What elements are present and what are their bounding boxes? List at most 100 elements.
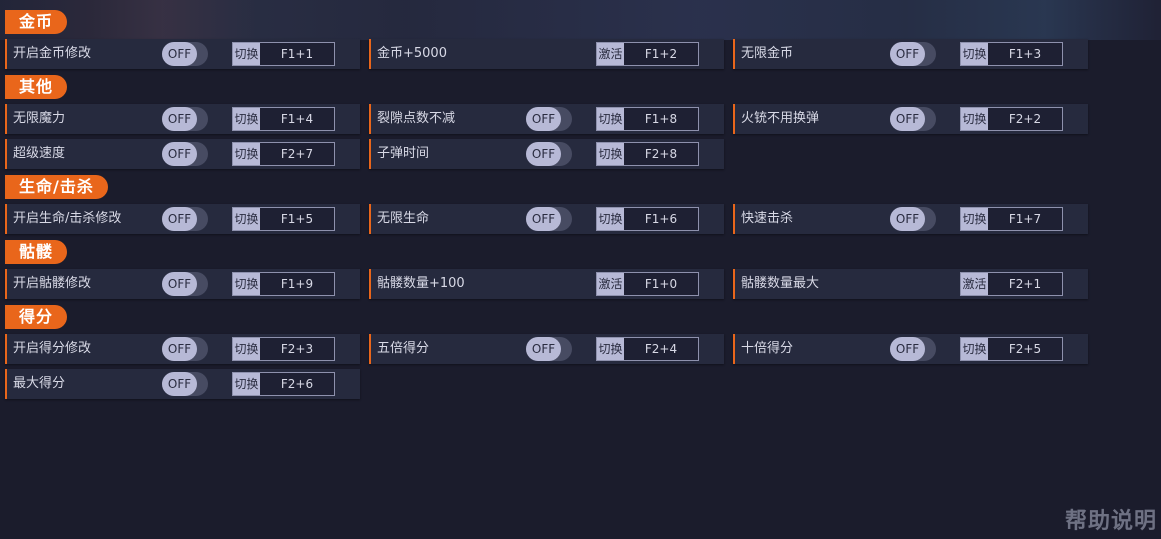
toggle-state: OFF: [526, 142, 561, 166]
hotkey-button[interactable]: 切换 F1+5: [232, 207, 335, 231]
toggle-state: OFF: [890, 107, 925, 131]
cheat-row-max-score: 最大得分 OFF 切换 F2+6: [5, 369, 360, 399]
cheat-row-enable-gold: 开启金币修改 OFF 切换 F1+1: [5, 39, 360, 69]
toggle-switch[interactable]: OFF: [162, 107, 208, 131]
toggle-state: OFF: [162, 207, 197, 231]
toggle-state: OFF: [890, 337, 925, 361]
section-title-life-kill: 生命/击杀: [5, 175, 108, 199]
hotkey-key: F2+2: [1008, 112, 1042, 126]
cheat-label: 快速击杀: [741, 211, 794, 226]
hotkey-action: 激活: [597, 273, 624, 295]
section-title-score: 得分: [5, 305, 68, 329]
cheat-row-5x-score: 五倍得分 OFF 切换 F2+4: [369, 334, 724, 364]
hotkey-button[interactable]: 切换 F2+6: [232, 372, 335, 396]
cheat-label: 开启生命/击杀修改: [13, 211, 122, 226]
hotkey-key: F2+8: [644, 147, 678, 161]
toggle-state: OFF: [890, 42, 925, 66]
hotkey-key: F1+7: [1008, 212, 1042, 226]
hotkey-action: 激活: [597, 43, 624, 65]
hotkey-button[interactable]: 激活 F2+1: [960, 272, 1063, 296]
hotkey-action: 切换: [597, 108, 624, 130]
hotkey-button[interactable]: 切换 F1+8: [596, 107, 699, 131]
hotkey-key: F1+1: [280, 47, 314, 61]
toggle-switch[interactable]: OFF: [526, 142, 572, 166]
cheat-label: 超级速度: [13, 146, 66, 161]
cheat-label: 火铳不用换弹: [741, 111, 820, 126]
toggle-switch[interactable]: OFF: [162, 337, 208, 361]
hotkey-action: 激活: [961, 273, 988, 295]
section-title-other: 其他: [5, 75, 68, 99]
cheat-label: 无限金币: [741, 46, 794, 61]
hotkey-button[interactable]: 激活 F1+2: [596, 42, 699, 66]
toggle-state: OFF: [162, 272, 197, 296]
cheat-label: 金币+5000: [377, 46, 447, 61]
toggle-switch[interactable]: OFF: [526, 337, 572, 361]
toggle-state: OFF: [526, 107, 561, 131]
hotkey-key: F1+9: [280, 277, 314, 291]
hotkey-button[interactable]: 切换 F2+3: [232, 337, 335, 361]
hotkey-button[interactable]: 切换 F1+1: [232, 42, 335, 66]
hotkey-key: F2+1: [1008, 277, 1042, 291]
hotkey-key: F1+8: [644, 112, 678, 126]
cheat-row-no-reload: 火铳不用换弹 OFF 切换 F2+2: [733, 104, 1088, 134]
toggle-state: OFF: [526, 337, 561, 361]
toggle-state: OFF: [162, 142, 197, 166]
hotkey-button[interactable]: 切换 F1+4: [232, 107, 335, 131]
toggle-switch[interactable]: OFF: [890, 337, 936, 361]
hotkey-button[interactable]: 切换 F2+5: [960, 337, 1063, 361]
cheat-row-infinite-gold: 无限金币 OFF 切换 F1+3: [733, 39, 1088, 69]
hotkey-button[interactable]: 切换 F2+2: [960, 107, 1063, 131]
toggle-switch[interactable]: OFF: [162, 207, 208, 231]
hotkey-action: 切换: [233, 108, 260, 130]
toggle-switch[interactable]: OFF: [526, 107, 572, 131]
hotkey-action: 切换: [233, 273, 260, 295]
hotkey-key: F1+3: [1008, 47, 1042, 61]
hotkey-button[interactable]: 切换 F1+9: [232, 272, 335, 296]
section-title-skull: 骷髅: [5, 240, 68, 264]
section-title-gold: 金币: [5, 10, 68, 34]
cheat-row-infinite-life: 无限生命 OFF 切换 F1+6: [369, 204, 724, 234]
hotkey-button[interactable]: 切换 F1+3: [960, 42, 1063, 66]
hotkey-button[interactable]: 切换 F1+7: [960, 207, 1063, 231]
toggle-switch[interactable]: OFF: [162, 272, 208, 296]
hotkey-button[interactable]: 切换 F1+6: [596, 207, 699, 231]
hotkey-action: 切换: [233, 143, 260, 165]
cheat-row-bullet-time: 子弹时间 OFF 切换 F2+8: [369, 139, 724, 169]
header-banner: [0, 0, 1161, 40]
toggle-state: OFF: [162, 337, 197, 361]
help-link[interactable]: 帮助说明: [1065, 503, 1157, 535]
cheat-label: 开启金币修改: [13, 46, 92, 61]
cheat-row-skull-max: 骷髅数量最大 激活 F2+1: [733, 269, 1088, 299]
hotkey-action: 切换: [233, 373, 260, 395]
hotkey-button[interactable]: 切换 F2+7: [232, 142, 335, 166]
toggle-switch[interactable]: OFF: [162, 42, 208, 66]
hotkey-key: F1+5: [280, 212, 314, 226]
toggle-switch[interactable]: OFF: [162, 372, 208, 396]
toggle-switch[interactable]: OFF: [890, 107, 936, 131]
hotkey-key: F2+3: [280, 342, 314, 356]
hotkey-key: F2+5: [1008, 342, 1042, 356]
cheat-label: 骷髅数量最大: [741, 276, 820, 291]
cheat-label: 无限魔力: [13, 111, 66, 126]
hotkey-action: 切换: [961, 208, 988, 230]
hotkey-action: 切换: [597, 143, 624, 165]
cheat-row-rift-points: 裂隙点数不减 OFF 切换 F1+8: [369, 104, 724, 134]
cheat-row-skull-100: 骷髅数量+100 激活 F1+0: [369, 269, 724, 299]
toggle-state: OFF: [162, 42, 197, 66]
toggle-switch[interactable]: OFF: [890, 207, 936, 231]
toggle-switch[interactable]: OFF: [162, 142, 208, 166]
hotkey-key: F1+4: [280, 112, 314, 126]
cheat-row-super-speed: 超级速度 OFF 切换 F2+7: [5, 139, 360, 169]
toggle-switch[interactable]: OFF: [890, 42, 936, 66]
hotkey-button[interactable]: 切换 F2+4: [596, 337, 699, 361]
toggle-state: OFF: [526, 207, 561, 231]
cheat-label: 开启得分修改: [13, 341, 92, 356]
cheat-label: 五倍得分: [377, 341, 430, 356]
hotkey-button[interactable]: 切换 F2+8: [596, 142, 699, 166]
hotkey-button[interactable]: 激活 F1+0: [596, 272, 699, 296]
hotkey-action: 切换: [233, 208, 260, 230]
toggle-switch[interactable]: OFF: [526, 207, 572, 231]
cheat-label: 十倍得分: [741, 341, 794, 356]
cheat-row-enable-skull: 开启骷髅修改 OFF 切换 F1+9: [5, 269, 360, 299]
hotkey-action: 切换: [961, 43, 988, 65]
